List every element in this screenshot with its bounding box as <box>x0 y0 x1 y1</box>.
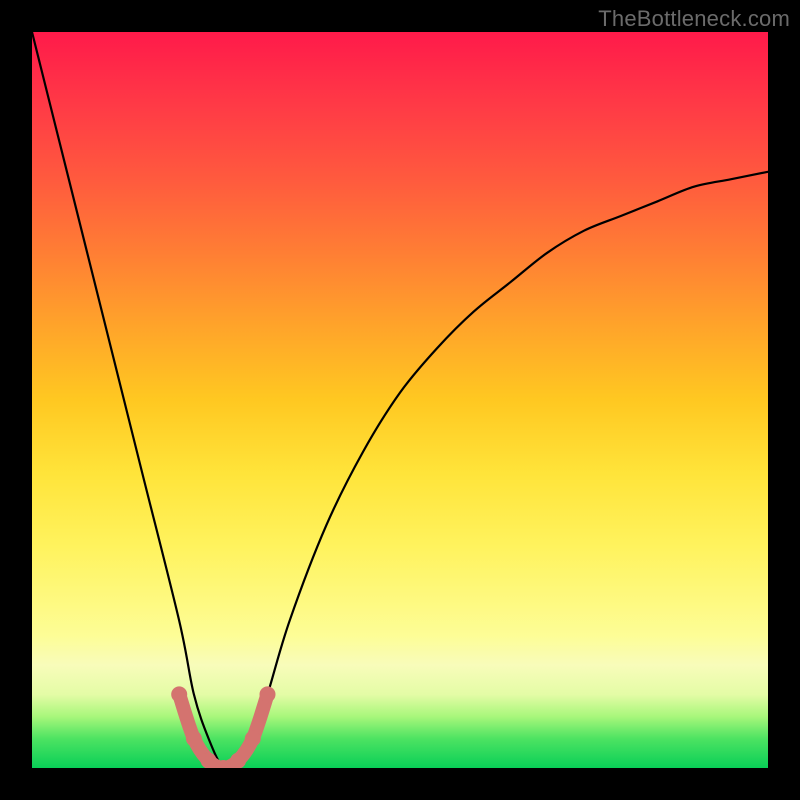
watermark-text: TheBottleneck.com <box>598 6 790 32</box>
highlight-dot <box>260 686 276 702</box>
bottleneck-curve-path <box>32 32 768 768</box>
chart-svg <box>32 32 768 768</box>
highlight-dot <box>201 753 217 768</box>
highlight-dot <box>186 731 202 747</box>
highlight-dot <box>245 731 261 747</box>
highlight-dot <box>171 686 187 702</box>
highlight-dot <box>230 753 246 768</box>
